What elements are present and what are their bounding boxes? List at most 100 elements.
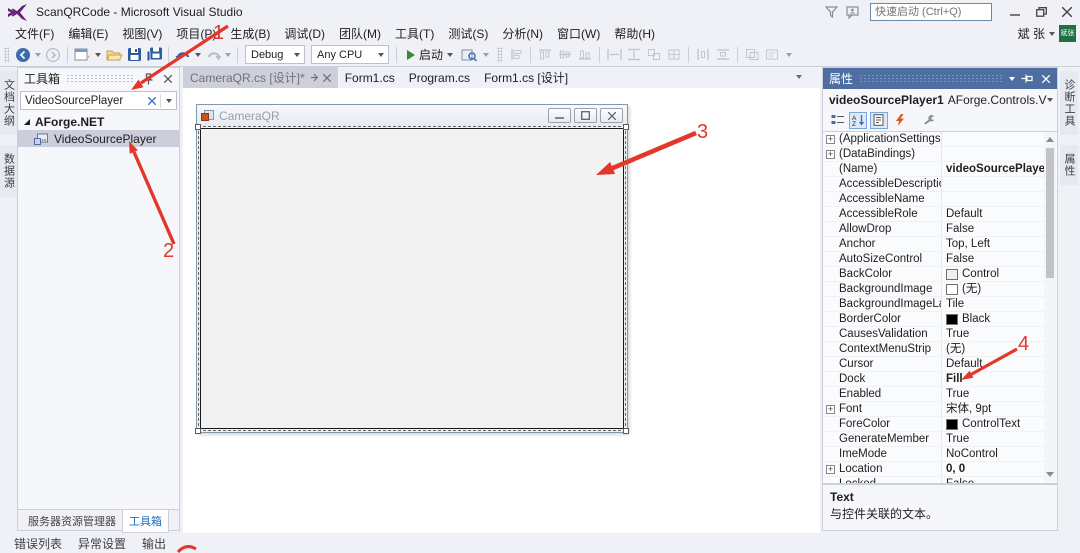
menu-item[interactable]: 调试(D) (277, 23, 332, 44)
close-icon[interactable] (1038, 71, 1053, 86)
property-pages-button[interactable] (920, 112, 938, 129)
toolbox-search-input[interactable] (21, 95, 145, 107)
close-button[interactable] (1054, 1, 1080, 23)
auto-hide-tab[interactable]: 文档大纲 (0, 71, 18, 135)
clear-search-icon[interactable] (145, 94, 159, 108)
menu-item[interactable]: 项目(P) (169, 23, 223, 44)
find-in-files-button[interactable] (459, 44, 479, 66)
bring-to-front-button[interactable] (742, 44, 762, 66)
property-row[interactable]: + BackColor Control (823, 267, 1057, 282)
property-row[interactable]: + AutoSizeControl False (823, 252, 1057, 267)
property-value-cell[interactable]: 宋体, 9pt (941, 402, 1057, 416)
auto-hide-tab[interactable]: 诊断工具 (1060, 71, 1078, 135)
property-row[interactable]: + Enabled True (823, 387, 1057, 402)
send-feedback-icon[interactable] (842, 3, 864, 21)
navigate-forward-button[interactable] (43, 44, 63, 66)
scroll-up-icon[interactable] (1046, 137, 1054, 142)
property-row[interactable]: + AllowDrop False (823, 222, 1057, 237)
property-value-cell[interactable] (941, 177, 1057, 191)
menu-item[interactable]: 分析(N) (495, 23, 550, 44)
expand-icon[interactable]: + (826, 465, 835, 474)
property-value-cell[interactable]: Tile (941, 297, 1057, 311)
make-same-size-button[interactable] (644, 44, 664, 66)
property-row[interactable]: + AccessibleDescription (823, 177, 1057, 192)
menu-item[interactable]: 视图(V) (115, 23, 169, 44)
property-value-cell[interactable]: Black (941, 312, 1057, 326)
selection-handle[interactable] (195, 124, 201, 130)
undo-history-chevron-icon[interactable] (195, 53, 201, 57)
new-project-button[interactable] (72, 44, 92, 66)
document-tab[interactable]: Program.cs (402, 67, 477, 88)
property-value-cell[interactable]: Default (941, 357, 1057, 371)
property-row[interactable]: + ImeMode NoControl (823, 447, 1057, 462)
property-value-cell[interactable]: (无) (941, 282, 1057, 296)
property-value-cell[interactable]: Top, Left (941, 237, 1057, 251)
avatar[interactable]: 斌张 (1059, 25, 1076, 42)
property-value-cell[interactable]: Fill (941, 372, 1057, 386)
size-to-grid-button[interactable] (664, 44, 684, 66)
align-bottoms-button[interactable] (575, 44, 595, 66)
toolbox-group-aforge[interactable]: AForge.NET (18, 113, 179, 130)
form-minimize-button[interactable] (548, 108, 571, 123)
auto-hide-tab[interactable]: 输出 (142, 535, 166, 552)
selection-handle[interactable] (623, 124, 629, 130)
search-options-chevron-icon[interactable] (166, 99, 172, 103)
pin-icon[interactable] (1019, 71, 1034, 86)
property-value-cell[interactable] (941, 132, 1057, 146)
events-button[interactable] (891, 112, 909, 129)
menu-item[interactable]: 测试(S) (441, 23, 495, 44)
expand-icon[interactable]: + (826, 405, 835, 414)
form-close-button[interactable] (600, 108, 623, 123)
user-account-area[interactable]: 斌 张 斌张 (1018, 24, 1076, 43)
vertical-spacing-equal-button[interactable] (713, 44, 733, 66)
designer-canvas[interactable]: CameraQR (183, 88, 820, 533)
property-row[interactable]: + AccessibleName (823, 192, 1057, 207)
start-debugging-button[interactable]: 启动 (401, 44, 459, 66)
save-all-button[interactable] (144, 44, 164, 66)
object-selector-dropdown[interactable]: videoSourcePlayer1 AForge.Controls.Video… (823, 89, 1057, 110)
property-value-cell[interactable]: False (941, 252, 1057, 266)
form-maximize-button[interactable] (574, 108, 597, 123)
form-title-bar[interactable]: CameraQR (197, 105, 627, 126)
property-value-cell[interactable]: videoSourcePlayer1 (941, 162, 1057, 176)
properties-header[interactable]: 属性 (823, 68, 1057, 89)
property-row[interactable]: + BorderColor Black (823, 312, 1057, 327)
property-row[interactable]: + BackgroundImageLayout Tile (823, 297, 1057, 312)
document-tab[interactable]: Form1.cs [设计] (477, 67, 575, 88)
toolbar-grip[interactable] (497, 47, 502, 63)
window-position-chevron-icon[interactable] (1009, 77, 1015, 81)
menu-item[interactable]: 窗口(W) (550, 23, 607, 44)
notifications-flag-icon[interactable] (820, 3, 842, 21)
toolbar-overflow-chevron-icon[interactable] (483, 53, 489, 57)
property-value-cell[interactable] (941, 147, 1057, 161)
property-row[interactable]: + CausesValidation True (823, 327, 1057, 342)
solution-configuration-dropdown[interactable]: Debug (245, 45, 305, 64)
property-row[interactable]: + Cursor Default (823, 357, 1057, 372)
open-file-button[interactable] (104, 44, 124, 66)
property-row[interactable]: + (ApplicationSettings) (823, 132, 1057, 147)
redo-history-chevron-icon[interactable] (225, 53, 231, 57)
auto-hide-tab[interactable]: 错误列表 (14, 535, 62, 552)
property-value-cell[interactable]: True (941, 327, 1057, 341)
menu-item[interactable]: 团队(M) (332, 23, 388, 44)
property-row[interactable]: + ContextMenuStrip (无) (823, 342, 1057, 357)
align-middles-button[interactable] (555, 44, 575, 66)
properties-view-button[interactable] (870, 112, 888, 129)
selection-handle[interactable] (623, 428, 629, 434)
align-lefts-button[interactable] (506, 44, 526, 66)
property-value-cell[interactable]: ControlText (941, 417, 1057, 431)
menu-item[interactable]: 工具(T) (388, 23, 441, 44)
navigate-back-button[interactable] (13, 44, 33, 66)
property-row[interactable]: + Location 0, 0 (823, 462, 1057, 477)
redo-button[interactable] (203, 44, 223, 66)
property-value-cell[interactable] (941, 192, 1057, 206)
categorized-view-button[interactable] (828, 112, 846, 129)
new-item-chevron-icon[interactable] (95, 53, 101, 57)
scroll-down-icon[interactable] (1046, 472, 1054, 477)
alphabetical-view-button[interactable]: AZ (849, 112, 867, 129)
solution-platform-dropdown[interactable]: Any CPU (311, 45, 389, 64)
video-source-player-control[interactable] (200, 128, 624, 429)
panel-tab[interactable]: 工具箱 (122, 510, 169, 533)
quick-launch-input[interactable] (871, 6, 1021, 18)
auto-hide-tab[interactable]: 数据源 (0, 145, 18, 197)
